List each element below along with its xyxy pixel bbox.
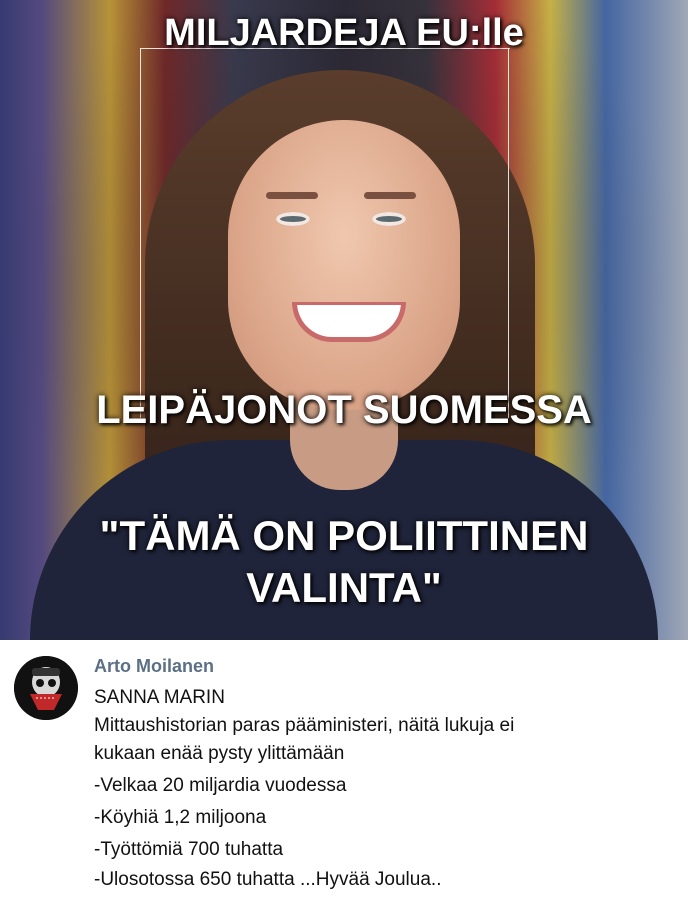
avatar[interactable] (14, 656, 78, 720)
caption-quote-line-1: "TÄMÄ ON POLIITTINEN (99, 512, 589, 559)
portrait-face (228, 120, 460, 410)
skull-bandana-icon (14, 656, 78, 720)
left-eye (276, 212, 310, 226)
caption-quote: "TÄMÄ ON POLIITTINEN VALINTA" (0, 510, 688, 614)
caption-quote-line-2: VALINTA" (246, 564, 442, 611)
frame-right-line (508, 48, 509, 418)
post-line: -Köyhiä 1,2 miljoona (94, 807, 267, 828)
left-eyebrow (266, 192, 318, 199)
post-line: kukaan enää pysty ylittämään (94, 743, 345, 764)
right-eye (372, 212, 406, 226)
caption-top: MILJARDEJA EU:lle (164, 12, 524, 54)
frame-left-line (140, 48, 141, 418)
meme-image: MILJARDEJA EU:lle LEIPÄJONOT SUOMESSA "T… (0, 0, 688, 640)
caption-middle: LEIPÄJONOT SUOMESSA (96, 388, 592, 432)
right-eyebrow (364, 192, 416, 199)
post-line: SANNA MARIN (94, 687, 225, 708)
post-line: -Velkaa 20 miljardia vuodessa (94, 775, 347, 796)
post-card: Arto Moilanen SANNA MARIN Mittaushistori… (0, 640, 688, 900)
post-line: -Työttömiä 700 tuhatta (94, 839, 284, 860)
post-line: Mittaushistorian paras pääministeri, näi… (94, 715, 515, 736)
post-author[interactable]: Arto Moilanen (94, 656, 214, 677)
post-line: -Ulosotossa 650 tuhatta ...Hyvää Joulua.… (94, 869, 442, 890)
